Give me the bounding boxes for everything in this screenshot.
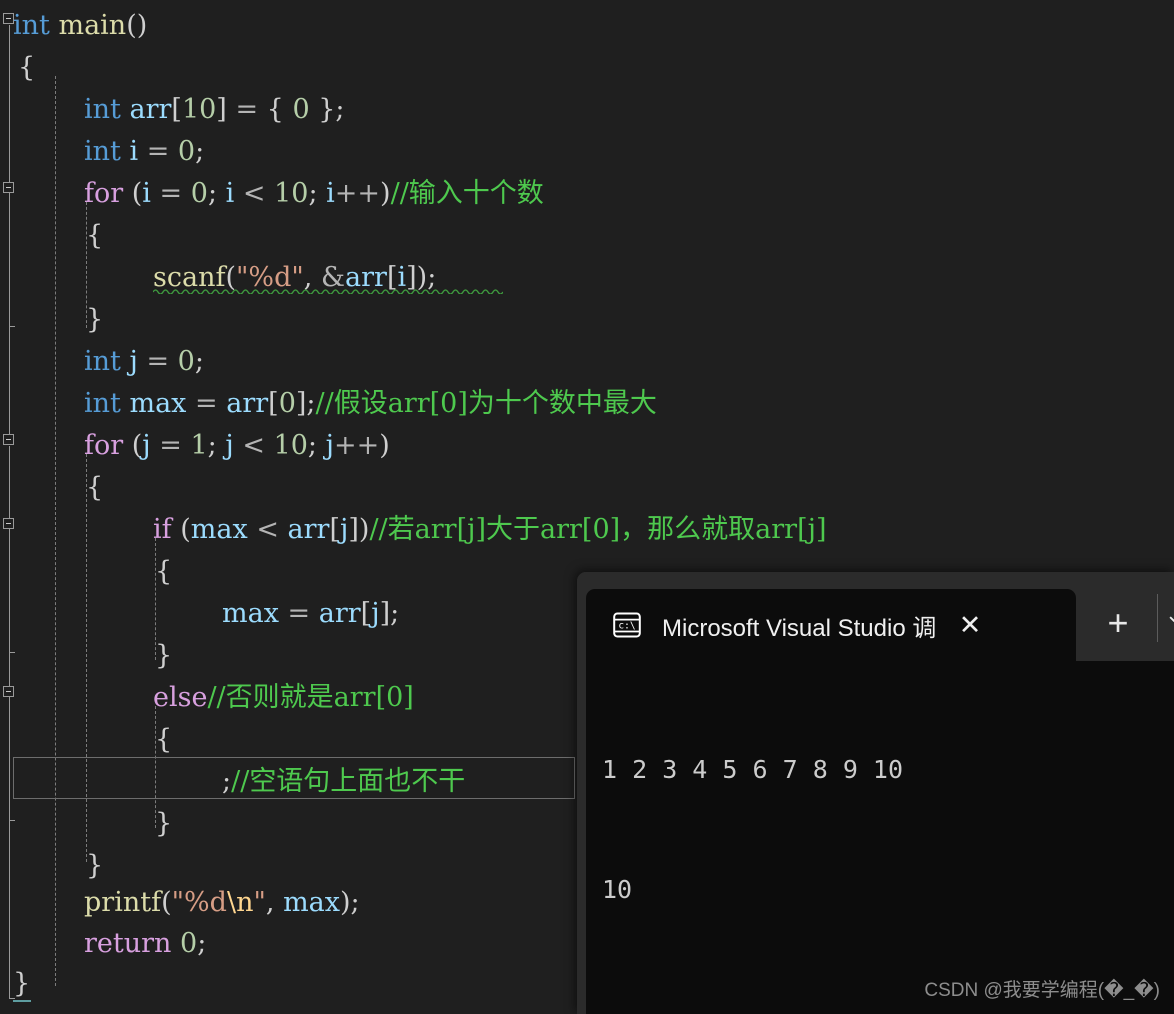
code-line-9: int j = 0; [84, 346, 204, 377]
code-line-18: { [155, 724, 173, 755]
code-line-12: { [86, 472, 104, 503]
new-tab-button[interactable]: + [1095, 600, 1141, 646]
code-line-1: int main() [13, 10, 148, 41]
code-line-24: } [13, 968, 31, 999]
error-squiggle [153, 288, 503, 294]
code-line-11: for (j = 1; j < 10; j++) [84, 430, 390, 461]
debug-console-window[interactable]: c:\ Microsoft Visual Studio 调试控 ✕ + ⌄ 1 … [577, 572, 1174, 1014]
caret-indicator [13, 1000, 31, 1002]
terminal-tab[interactable]: c:\ Microsoft Visual Studio 调试控 ✕ [586, 589, 1076, 661]
terminal-tab-title: Microsoft Visual Studio 调试控 [662, 614, 937, 642]
console-line: 1 2 3 4 5 6 7 8 9 10 [602, 755, 904, 784]
console-cmd-icon: c:\ [612, 610, 642, 640]
chevron-down-icon[interactable]: ⌄ [1165, 602, 1174, 642]
code-line-8: } [86, 304, 104, 335]
code-line-23: return 0; [84, 928, 207, 959]
close-icon[interactable]: ✕ [953, 608, 987, 642]
code-line-10: int max = arr[0];//假设arr[0]为十个数中最大 [84, 388, 657, 419]
code-line-15: max = arr[j]; [222, 598, 400, 629]
code-line-2: { [18, 52, 36, 83]
code-line-19: ;//空语句上面也不干 [222, 766, 466, 797]
code-line-3: int arr[10] = { 0 }; [84, 94, 345, 125]
code-line-14: { [155, 556, 173, 587]
csdn-watermark: CSDN @我要学编程(�_�) [924, 980, 1160, 1001]
console-output[interactable]: 1 2 3 4 5 6 7 8 9 10 10 D:\c语言\writing-c… [586, 661, 1174, 1014]
code-line-5: for (i = 0; i < 10; i++)//输入十个数 [84, 178, 544, 209]
terminal-titlebar[interactable]: c:\ Microsoft Visual Studio 调试控 ✕ + ⌄ [577, 572, 1174, 661]
code-line-17: else//否则就是arr[0] [153, 682, 414, 713]
code-line-13: if (max < arr[j])//若arr[j]大于arr[0]，那么就取a… [153, 514, 827, 545]
tab-divider [1157, 594, 1158, 642]
code-line-4: int i = 0; [84, 136, 205, 167]
code-line-16: } [155, 640, 173, 671]
code-line-21: } [86, 850, 104, 881]
code-line-22: printf("%d\n", max); [84, 887, 360, 918]
code-line-6: { [86, 220, 104, 251]
console-line: 10 [602, 875, 633, 904]
code-line-20: } [155, 808, 173, 839]
svg-text:c:\: c:\ [618, 621, 635, 632]
